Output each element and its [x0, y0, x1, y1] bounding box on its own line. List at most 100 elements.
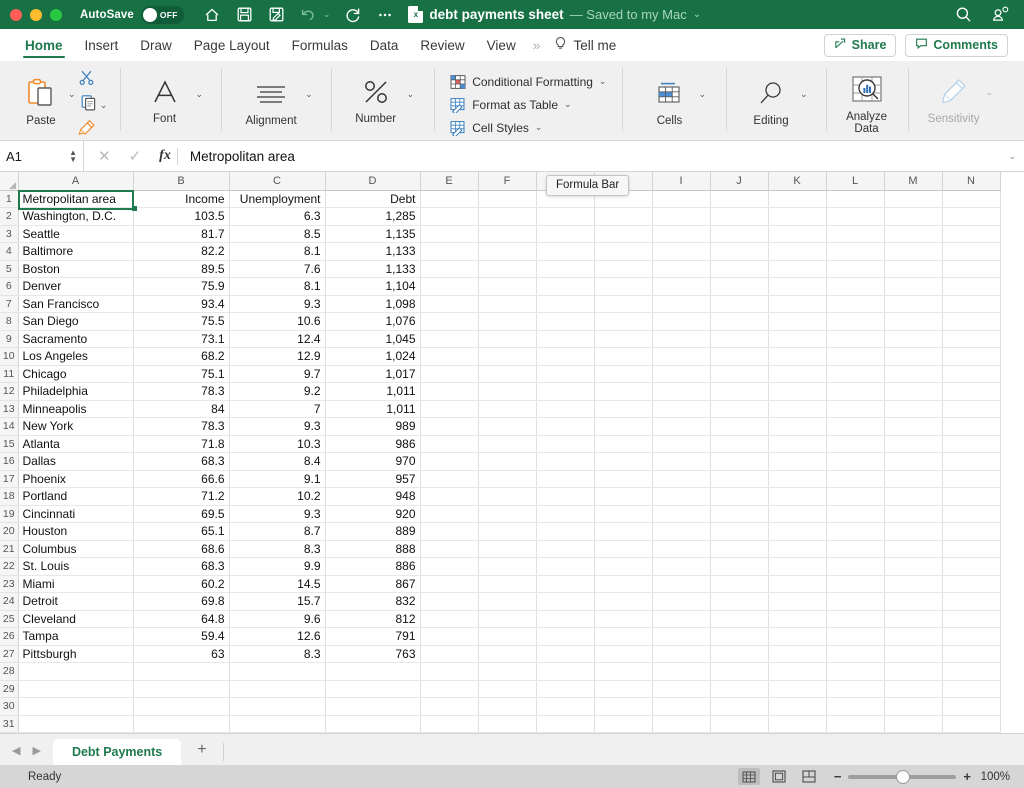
cell-I26[interactable]: [652, 627, 711, 646]
cell-A28[interactable]: [18, 662, 134, 681]
cell-J23[interactable]: [710, 575, 769, 593]
cell-M15[interactable]: [884, 435, 943, 453]
format-as-table-dropdown-icon[interactable]: ⌄: [564, 99, 572, 110]
cell-K7[interactable]: [768, 295, 827, 313]
cell-K5[interactable]: [768, 260, 827, 278]
cell-F12[interactable]: [478, 382, 537, 401]
row-header-26[interactable]: 26: [0, 627, 19, 646]
cell-H31[interactable]: [594, 715, 653, 733]
cell-A14[interactable]: New York: [18, 417, 134, 436]
column-header-n[interactable]: N: [942, 172, 1001, 191]
cell-M1[interactable]: [884, 190, 943, 208]
autosave-toggle[interactable]: OFF: [140, 5, 184, 24]
cell-K20[interactable]: [768, 522, 827, 541]
cell-M18[interactable]: [884, 487, 943, 506]
cell-G12[interactable]: [536, 382, 595, 401]
cell-C6[interactable]: 8.1: [229, 277, 326, 296]
cell-A18[interactable]: Portland: [18, 487, 134, 506]
cell-H18[interactable]: [594, 487, 653, 506]
cell-L10[interactable]: [826, 347, 885, 366]
cell-F4[interactable]: [478, 242, 537, 261]
tab-review[interactable]: Review: [409, 29, 475, 61]
cell-M25[interactable]: [884, 610, 943, 628]
cell-E17[interactable]: [420, 470, 479, 488]
cell-C31[interactable]: [229, 715, 326, 733]
cell-D20[interactable]: 889: [325, 522, 421, 541]
cell-N5[interactable]: [942, 260, 1001, 278]
cell-F30[interactable]: [478, 697, 537, 716]
cell-L28[interactable]: [826, 662, 885, 681]
cell-G11[interactable]: [536, 365, 595, 383]
cell-A30[interactable]: [18, 697, 134, 716]
cell-N10[interactable]: [942, 347, 1001, 366]
cell-K27[interactable]: [768, 645, 827, 663]
home-icon[interactable]: [203, 5, 222, 24]
cell-E11[interactable]: [420, 365, 479, 383]
cell-H15[interactable]: [594, 435, 653, 453]
cell-L19[interactable]: [826, 505, 885, 523]
cell-E1[interactable]: [420, 190, 479, 208]
normal-view-icon[interactable]: [737, 768, 760, 785]
page-layout-view-icon[interactable]: [768, 768, 790, 785]
cell-H2[interactable]: [594, 207, 653, 226]
cell-A17[interactable]: Phoenix: [18, 470, 134, 488]
cell-D5[interactable]: 1,133: [325, 260, 421, 278]
cell-H16[interactable]: [594, 452, 653, 471]
cell-D24[interactable]: 832: [325, 592, 421, 611]
cell-D4[interactable]: 1,133: [325, 242, 421, 261]
column-header-b[interactable]: B: [133, 172, 230, 191]
row-header-7[interactable]: 7: [0, 295, 19, 313]
font-button[interactable]: Font: [138, 65, 192, 125]
cell-A7[interactable]: San Francisco: [18, 295, 134, 313]
cell-J29[interactable]: [710, 680, 769, 698]
row-header-14[interactable]: 14: [0, 417, 19, 436]
cell-J27[interactable]: [710, 645, 769, 663]
cell-N3[interactable]: [942, 225, 1001, 243]
cell-F2[interactable]: [478, 207, 537, 226]
maximize-window-button[interactable]: [50, 8, 62, 21]
editing-button[interactable]: Editing: [744, 65, 798, 127]
row-header-6[interactable]: 6: [0, 277, 19, 296]
confirm-formula-icon[interactable]: ✓: [129, 147, 142, 165]
tab-formulas[interactable]: Formulas: [281, 29, 359, 61]
cell-M29[interactable]: [884, 680, 943, 698]
cell-K23[interactable]: [768, 575, 827, 593]
cell-L14[interactable]: [826, 417, 885, 436]
row-header-28[interactable]: 28: [0, 662, 19, 681]
cell-N14[interactable]: [942, 417, 1001, 436]
cell-K16[interactable]: [768, 452, 827, 471]
cell-H22[interactable]: [594, 557, 653, 576]
cell-L11[interactable]: [826, 365, 885, 383]
cell-D2[interactable]: 1,285: [325, 207, 421, 226]
column-header-e[interactable]: E: [420, 172, 479, 191]
cell-M6[interactable]: [884, 277, 943, 296]
cell-K9[interactable]: [768, 330, 827, 348]
cell-K3[interactable]: [768, 225, 827, 243]
cell-K17[interactable]: [768, 470, 827, 488]
cell-D29[interactable]: [325, 680, 421, 698]
cell-C14[interactable]: 9.3: [229, 417, 326, 436]
cell-C7[interactable]: 9.3: [229, 295, 326, 313]
fill-handle[interactable]: [132, 205, 137, 211]
cell-N23[interactable]: [942, 575, 1001, 593]
cell-B8[interactable]: 75.5: [133, 312, 230, 331]
cell-N1[interactable]: [942, 190, 1001, 208]
cell-C8[interactable]: 10.6: [229, 312, 326, 331]
cell-B11[interactable]: 75.1: [133, 365, 230, 383]
sensitivity-dropdown-icon[interactable]: ⌄: [986, 87, 994, 98]
cell-E8[interactable]: [420, 312, 479, 331]
cell-I17[interactable]: [652, 470, 711, 488]
cell-J11[interactable]: [710, 365, 769, 383]
cell-H6[interactable]: [594, 277, 653, 296]
cell-K24[interactable]: [768, 592, 827, 611]
cut-icon[interactable]: [78, 69, 95, 91]
cell-C11[interactable]: 9.7: [229, 365, 326, 383]
cell-H8[interactable]: [594, 312, 653, 331]
cell-J2[interactable]: [710, 207, 769, 226]
cell-D7[interactable]: 1,098: [325, 295, 421, 313]
cell-K15[interactable]: [768, 435, 827, 453]
cell-I23[interactable]: [652, 575, 711, 593]
cell-J19[interactable]: [710, 505, 769, 523]
close-window-button[interactable]: [10, 8, 22, 21]
tab-overflow-chevron-icon[interactable]: »: [527, 29, 547, 61]
